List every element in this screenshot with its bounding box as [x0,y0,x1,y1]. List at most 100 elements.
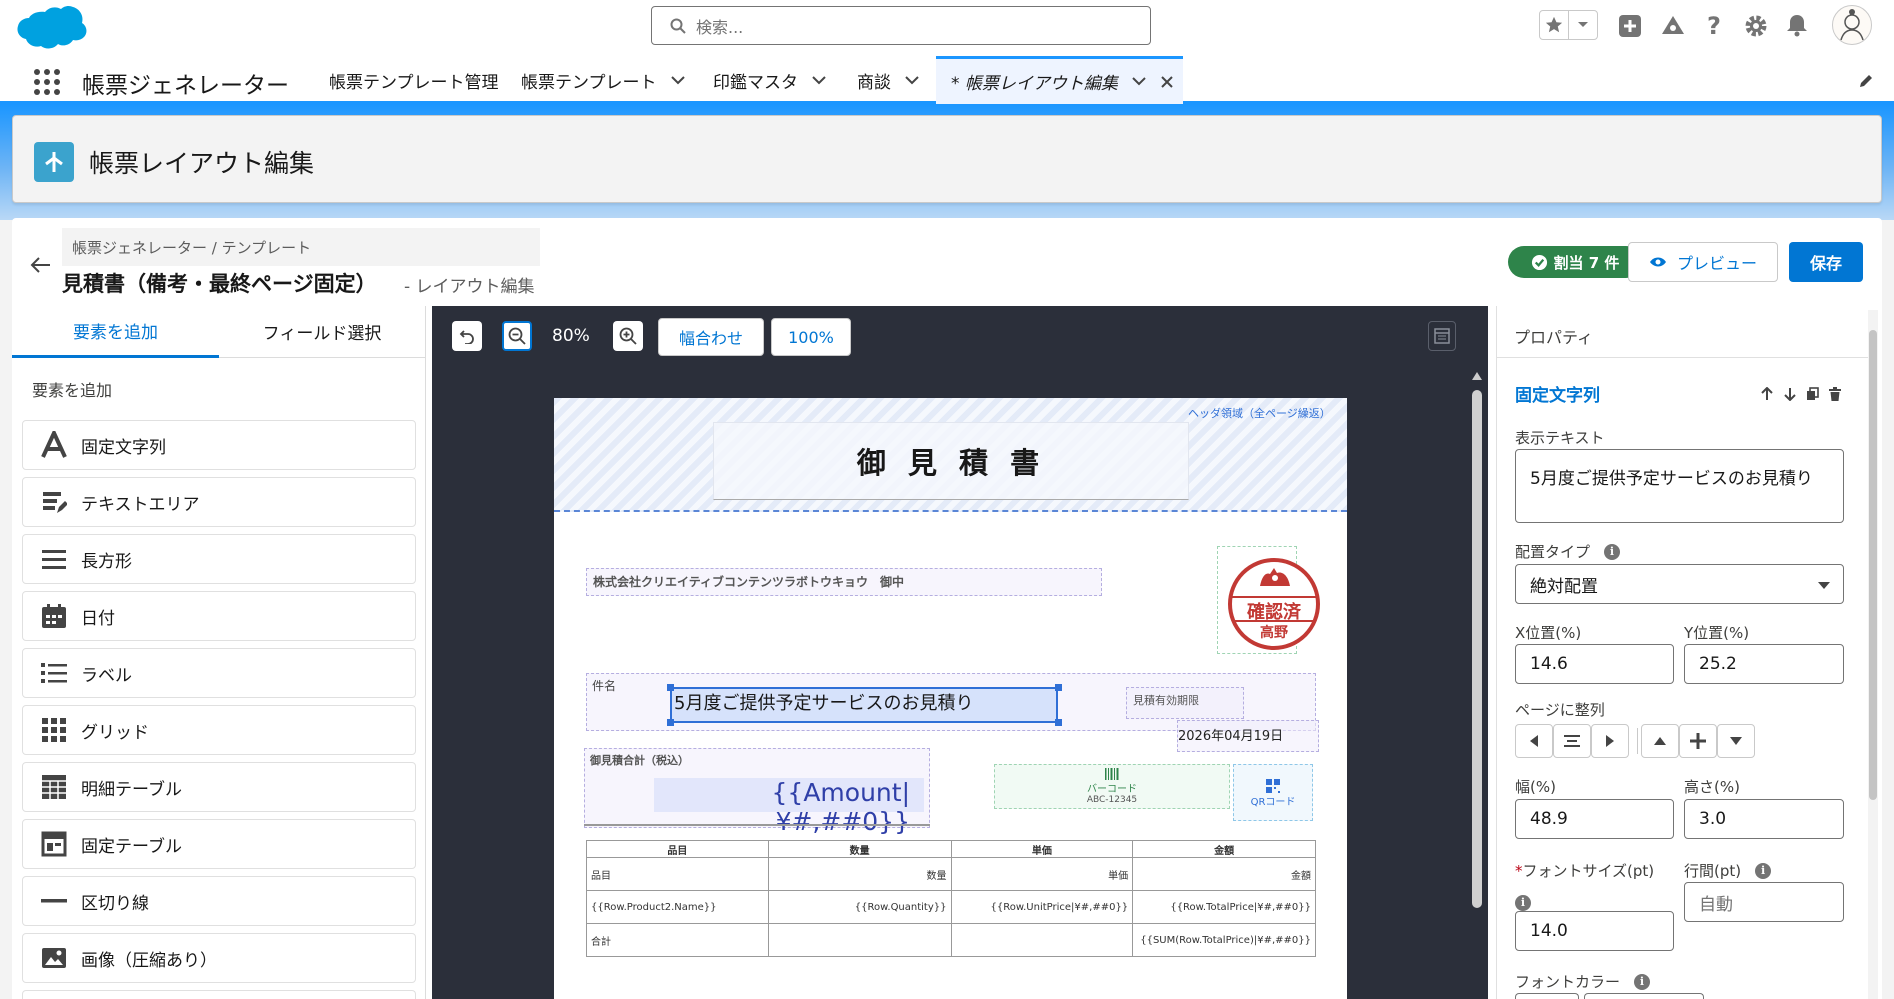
info-icon[interactable]: i [1604,543,1621,560]
display-text-label: 表示テキスト [1515,429,1605,447]
move-down-icon[interactable] [1784,387,1796,401]
help-icon[interactable]: ? [1707,12,1721,40]
notification-bell-icon[interactable] [1786,13,1808,37]
salesforce-logo[interactable] [15,4,89,52]
element-image[interactable]: 画像（圧縮あり） [22,933,416,983]
align-right-button[interactable] [1591,724,1629,758]
tab-seal-master[interactable]: 印鑑マスタ [713,56,826,104]
font-color-swatch[interactable] [1515,993,1579,999]
resize-handle[interactable] [667,719,674,726]
width-input[interactable]: 48.9 [1515,799,1674,839]
resize-handle[interactable] [667,684,674,691]
info-icon[interactable]: i [1515,894,1531,911]
global-actions-icon[interactable] [1618,14,1642,38]
x-position-input[interactable]: 14.6 [1515,644,1674,684]
zoom-out-icon [508,327,526,345]
font-color-label-row: フォントカラー i [1515,971,1651,992]
scroll-up-arrow[interactable] [1472,372,1482,386]
resize-handle[interactable] [1055,719,1062,726]
recipient-field[interactable]: 株式会社クリエイティブコンテンツラボトウキョウ 御中 [586,568,1102,596]
avatar[interactable] [1832,5,1872,45]
assigned-count-badge[interactable]: 割当 7 件 [1508,246,1642,278]
chevron-down-icon[interactable] [812,75,826,85]
element-textarea[interactable]: テキストエリア [22,477,416,527]
divider-icon [37,884,71,918]
toggle-panel-button[interactable] [1428,321,1456,351]
breadcrumb[interactable]: 帳票ジェネレーター / テンプレート [72,237,311,258]
subject-value-selected[interactable]: 5月度ご提供予定サービスのお見積り [670,687,1058,723]
y-position-input[interactable]: 25.2 [1684,644,1844,684]
tab-layout-edit[interactable]: * 帳票レイアウト編集 [936,56,1183,104]
fit-width-button[interactable]: 幅合わせ [658,318,764,356]
trailhead-icon[interactable] [1660,14,1686,38]
delete-icon[interactable] [1829,387,1841,401]
gear-icon[interactable] [1744,14,1768,38]
move-up-icon[interactable] [1761,387,1773,401]
app-launcher-icon[interactable] [33,68,61,96]
element-label: 固定文字列 [81,437,166,458]
expiry-date[interactable]: 2026年04月19日 [1177,720,1319,752]
display-text-input[interactable]: 5月度ご提供予定サービスのお見積り [1515,449,1844,523]
document-title[interactable]: 御 見 積 書 [713,422,1189,500]
element-date[interactable]: 日付 [22,591,416,641]
copy-icon[interactable] [1806,387,1819,401]
info-icon[interactable]: i [1634,973,1651,990]
table-cell: 数量 [767,857,952,891]
resize-handle[interactable] [1055,684,1062,691]
close-tab-icon[interactable] [1160,75,1174,89]
table-row[interactable]: 合計 {{SUM(Row.TotalPrice)|¥#,##0}} [586,923,1316,957]
edit-nav-pencil-icon[interactable] [1858,73,1874,89]
info-icon[interactable]: i [1755,862,1772,879]
align-center-button[interactable] [1553,724,1591,758]
align-bottom-icon [1730,737,1742,745]
chevron-down-icon[interactable] [905,75,919,85]
font-size-info[interactable]: i [1515,891,1531,911]
preview-button[interactable]: プレビュー [1628,242,1778,282]
zoom-in-button[interactable] [613,321,643,351]
height-label: 高さ(%) [1684,778,1740,796]
tab-templates[interactable]: 帳票テンプレート [521,56,685,104]
zoom-100-button[interactable]: 100% [771,318,851,356]
tab-opportunities[interactable]: 商談 [857,56,919,104]
document-page[interactable]: ヘッダ領域（全ページ繰返） 御 見 積 書 株式会社クリエイティブコンテンツラボ… [554,398,1347,999]
font-color-input[interactable] [1584,993,1704,999]
total-label: 御見積合計（税込） [590,754,689,767]
element-rectangle[interactable]: 長方形 [22,534,416,584]
barcode-field[interactable]: バーコード ABC-12345 [994,764,1230,809]
element-detail-table[interactable]: 明細テーブル [22,762,416,812]
line-height-input[interactable]: 自動 [1684,882,1844,922]
align-top-button[interactable] [1641,724,1679,758]
qr-field[interactable]: QRコード [1233,764,1313,821]
zoom-out-button[interactable] [502,321,532,351]
tab-template-management[interactable]: 帳票テンプレート管理 [329,56,499,104]
element-fixed-table[interactable]: 固定テーブル [22,819,416,869]
chevron-down-icon[interactable] [670,75,685,85]
canvas-scrollbar[interactable] [1472,390,1482,908]
align-bottom-button[interactable] [1717,724,1755,758]
element-grid[interactable]: グリッド [22,705,416,755]
total-value[interactable]: {{Amount|¥#,##0}} [654,778,924,836]
align-middle-button[interactable] [1679,724,1717,758]
properties-scrollbar[interactable] [1869,330,1877,800]
font-size-label: フォントサイズ(pt) [1522,862,1655,880]
element-divider[interactable]: 区切り線 [22,876,416,926]
placement-select[interactable]: 絶対配置 [1515,564,1844,604]
undo-button[interactable] [452,321,482,351]
favorites-button[interactable] [1539,10,1598,40]
align-left-button[interactable] [1515,724,1553,758]
element-label-item[interactable]: ラベル [22,648,416,698]
expiry-label[interactable]: 見積有効期限 [1126,687,1244,719]
detail-table[interactable]: 品目 数量 単価 金額 品目 数量 単価 金額 {{Row.Product2.N… [586,840,1316,957]
font-size-input[interactable]: 14.0 [1515,911,1674,951]
global-search-input[interactable]: 検索... [651,6,1151,45]
back-arrow-icon[interactable] [30,256,52,274]
chevron-down-icon[interactable] [1132,77,1146,86]
element-fixed-text[interactable]: 固定文字列 [22,420,416,470]
height-input[interactable]: 3.0 [1684,799,1844,839]
table-row[interactable]: {{Row.Product2.Name}} {{Row.Quantity}} {… [586,890,1316,924]
table-row[interactable]: 品目 数量 単価 金額 [586,857,1316,891]
save-button[interactable]: 保存 [1789,242,1863,282]
element-label: 明細テーブル [81,779,182,800]
tab-field-select[interactable]: フィールド選択 [219,306,425,358]
tab-add-element[interactable]: 要素を追加 [12,306,219,358]
